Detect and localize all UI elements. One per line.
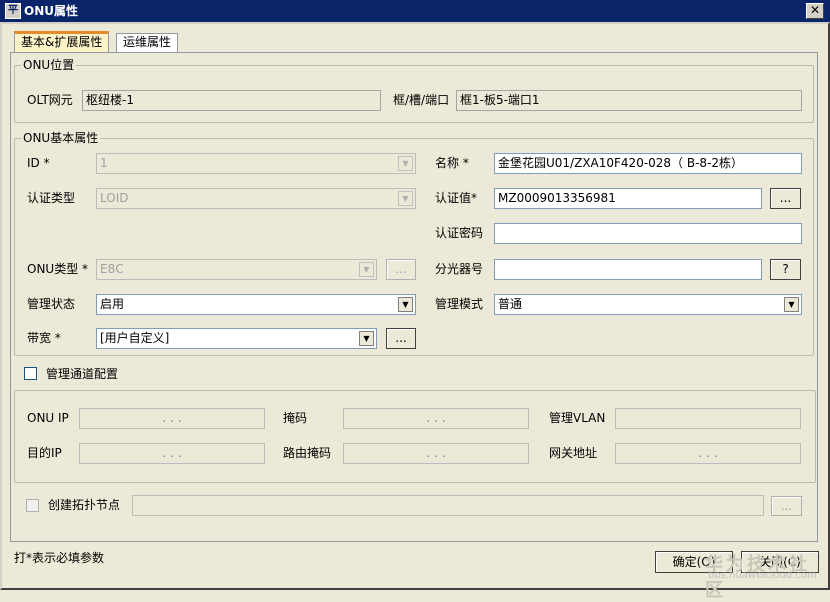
splitter-help-button[interactable]: ? <box>770 259 801 280</box>
auth-type-label: 认证类型 <box>27 191 76 205</box>
olt-label: OLT网元 <box>27 93 73 107</box>
onu-type-label: ONU类型 * <box>27 262 89 276</box>
auth-password-input[interactable] <box>494 223 802 244</box>
dest-ip-label: 目的IP <box>27 446 62 460</box>
mgmt-mode-value: 普通 <box>498 297 523 311</box>
bandwidth-select[interactable]: [用户自定义] ▼ <box>96 328 377 349</box>
onu-ip-field[interactable]: . . . <box>79 408 265 429</box>
chevron-down-icon: ▼ <box>784 297 799 312</box>
onu-location-legend: ONU位置 <box>21 58 77 72</box>
auth-password-label: 认证密码 <box>435 226 484 240</box>
bandwidth-value: [用户自定义] <box>100 331 170 345</box>
mgmt-vlan-field[interactable] <box>615 408 801 429</box>
admin-state-value: 启用 <box>100 297 125 311</box>
name-label: 名称 * <box>435 156 469 170</box>
admin-state-label: 管理状态 <box>27 297 76 311</box>
gateway-label: 网关地址 <box>549 446 598 460</box>
chevron-down-icon: ▼ <box>398 191 413 206</box>
onu-ip-label: ONU IP <box>27 411 69 425</box>
chevron-down-icon: ▼ <box>398 297 413 312</box>
tab-maintenance[interactable]: 运维属性 <box>116 33 179 52</box>
onu-type-value: E8C <box>100 262 124 276</box>
port-field[interactable]: 框1-板5-端口1 <box>456 90 802 111</box>
auth-type-value: LOID <box>100 191 129 205</box>
mgmt-mode-select[interactable]: 普通 ▼ <box>494 294 802 315</box>
topology-label: 创建拓扑节点 <box>48 498 121 512</box>
port-label: 框/槽/端口 <box>393 93 450 107</box>
onu-type-select[interactable]: E8C ▼ <box>96 259 377 280</box>
mask-field[interactable]: . . . <box>343 408 529 429</box>
route-mask-label: 路由掩码 <box>283 446 332 460</box>
window-title: ONU属性 <box>24 4 78 18</box>
required-hint: 打*表示必填参数 <box>14 551 105 565</box>
id-select[interactable]: 1 ▼ <box>96 153 416 174</box>
mask-label: 掩码 <box>283 411 308 425</box>
auth-value-input[interactable]: MZ0009013356981 <box>494 188 762 209</box>
topology-checkbox[interactable] <box>26 499 39 512</box>
splitter-label: 分光器号 <box>435 262 484 276</box>
mgmt-channel-checkbox[interactable] <box>24 367 37 380</box>
auth-value-label: 认证值* <box>435 191 478 205</box>
mgmt-mode-label: 管理模式 <box>435 297 484 311</box>
chevron-down-icon: ▼ <box>398 156 413 171</box>
onu-basic-legend: ONU基本属性 <box>21 131 101 145</box>
splitter-input[interactable] <box>494 259 762 280</box>
olt-field[interactable]: 枢纽楼-1 <box>82 90 381 111</box>
tab-basic-extended[interactable]: 基本&扩展属性 <box>14 31 110 53</box>
topology-field[interactable] <box>132 495 764 516</box>
gateway-field[interactable]: . . . <box>615 443 801 464</box>
dest-ip-field[interactable]: . . . <box>79 443 265 464</box>
name-input[interactable]: 金堡花园U01/ZXA10F420-028（ B-8-2栋） <box>494 153 802 174</box>
close-window-button[interactable]: ✕ <box>806 3 824 19</box>
id-value: 1 <box>100 156 108 170</box>
mgmt-channel-group <box>14 390 816 483</box>
mgmt-channel-label: 管理通道配置 <box>46 367 119 381</box>
bandwidth-browse-button[interactable]: ... <box>386 328 416 349</box>
mgmt-vlan-label: 管理VLAN <box>549 411 606 425</box>
watermark-url: bbs.huaweicloud.com <box>708 570 817 581</box>
auth-type-select[interactable]: LOID ▼ <box>96 188 416 209</box>
app-icon: 平 <box>5 3 21 19</box>
auth-value-browse-button[interactable]: ... <box>770 188 801 209</box>
chevron-down-icon: ▼ <box>359 262 374 277</box>
admin-state-select[interactable]: 启用 ▼ <box>96 294 416 315</box>
title-bar: 平 ONU属性 ✕ <box>0 0 830 22</box>
route-mask-field[interactable]: . . . <box>343 443 529 464</box>
bandwidth-label: 带宽 * <box>27 331 61 345</box>
onu-type-browse-button[interactable]: ... <box>386 259 416 280</box>
chevron-down-icon: ▼ <box>359 331 374 346</box>
id-label: ID * <box>27 156 50 170</box>
topology-browse-button[interactable]: ... <box>771 496 802 516</box>
